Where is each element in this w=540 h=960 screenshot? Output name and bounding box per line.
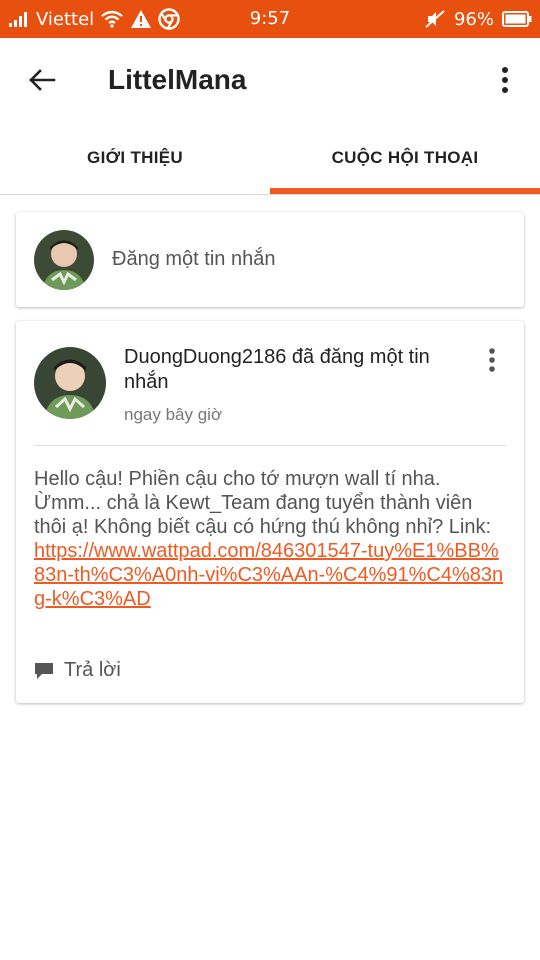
poster-avatar[interactable] xyxy=(34,347,106,419)
more-vertical-icon xyxy=(502,67,508,93)
message-card: DuongDuong2186 đã đăng một tin nhắn ngay… xyxy=(16,321,524,703)
post-link[interactable]: https://www.wattpad.com/846301547-tuy%E1… xyxy=(34,540,503,610)
user-avatar xyxy=(34,230,94,290)
tab-conversations[interactable]: CUỘC HỘI THOẠI xyxy=(270,122,540,194)
post-timestamp: ngay bây giờ xyxy=(124,405,223,424)
app-toolbar: LittelMana xyxy=(0,38,540,122)
compose-card[interactable]: Đăng một tin nhắn xyxy=(16,212,524,307)
tab-about[interactable]: GIỚI THIỆU xyxy=(0,122,270,194)
poster-username[interactable]: DuongDuong2186 xyxy=(124,346,286,368)
post-divider xyxy=(34,445,506,446)
post-body: Hello cậu! Phiền cậu cho tớ mượn wall tí… xyxy=(34,467,504,611)
post-options-button[interactable] xyxy=(482,345,502,375)
more-vertical-icon xyxy=(489,348,495,372)
page-title: LittelMana xyxy=(108,64,247,95)
reply-button[interactable]: Trả lời xyxy=(34,659,121,682)
status-bar-right: 96% xyxy=(424,0,532,38)
tab-bar: GIỚI THIỆU CUỘC HỘI THOẠI xyxy=(0,122,540,195)
active-tab-indicator xyxy=(270,188,540,194)
back-arrow-icon xyxy=(29,69,56,91)
compose-input[interactable]: Đăng một tin nhắn xyxy=(112,212,275,307)
mute-icon xyxy=(424,9,446,29)
comment-icon xyxy=(35,662,53,679)
battery-icon xyxy=(502,10,532,28)
back-button[interactable] xyxy=(24,62,60,98)
conversation-feed: Đăng một tin nhắn DuongDuong2186 đã đăng… xyxy=(0,195,540,960)
status-bar: Viettel 9:57 96% xyxy=(0,0,540,38)
more-options-button[interactable] xyxy=(490,62,520,98)
post-header: DuongDuong2186 đã đăng một tin nhắn xyxy=(124,345,464,395)
post-body-text: Hello cậu! Phiền cậu cho tớ mượn wall tí… xyxy=(34,468,492,538)
battery-percent: 96% xyxy=(453,8,494,30)
reply-label: Trả lời xyxy=(64,659,121,681)
